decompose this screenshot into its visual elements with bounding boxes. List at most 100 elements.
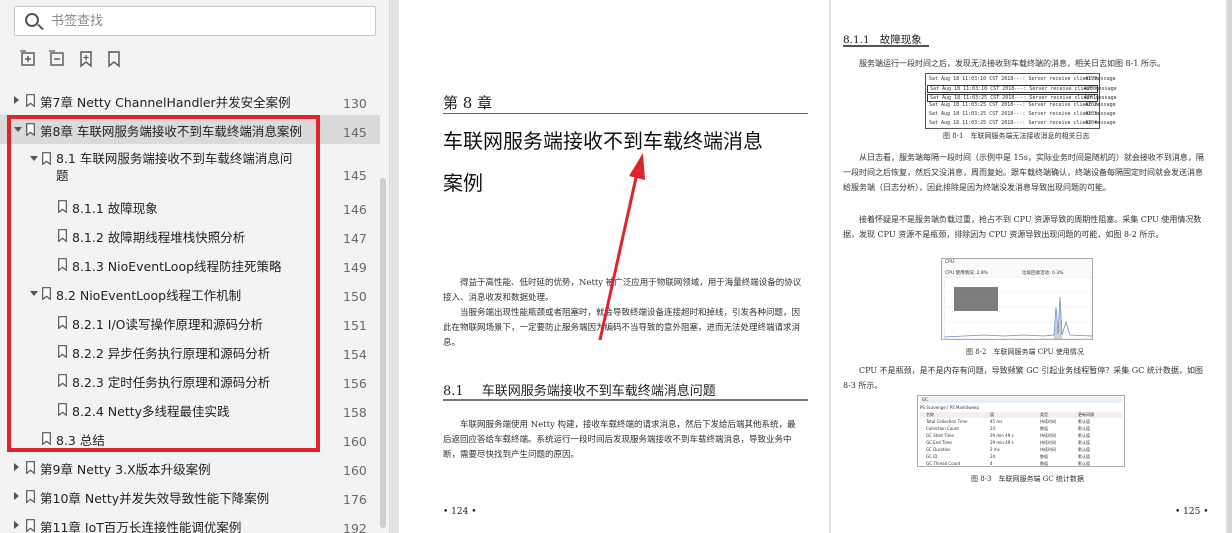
bookmark-item[interactable]: 8.1.1 故障现象 146	[0, 192, 380, 221]
bookmark-icon	[26, 519, 35, 532]
bookmark-label: 8.2.4 Netty多线程最佳实践	[72, 404, 230, 419]
bookmark-icon[interactable]	[106, 50, 122, 68]
log-count: 4204	[1085, 120, 1098, 126]
bookmark-label: 8.1 车联网服务端接收不到车载终端消息问题	[56, 151, 293, 183]
gc-table-cell: 2 ms	[990, 447, 1000, 452]
gc-table-cell: 默认值	[1078, 454, 1090, 459]
bookmark-label: 8.1.1 故障现象	[72, 201, 158, 216]
document-viewer[interactable]: 第 8 章 车联网服务端接收不到车载终端消息 案例 得益于高性能、低时延的优势，…	[391, 0, 1232, 533]
bookmark-item[interactable]: 第9章 Netty 3.X版本升级案例 160	[0, 453, 380, 482]
bookmark-search-box[interactable]	[14, 6, 376, 36]
bookmark-page-number: 160	[343, 434, 367, 449]
gc-table-cell: 持续时间	[1040, 447, 1056, 452]
bookmark-item[interactable]: 第8章 车联网服务端接收不到车载终端消息案例 145	[0, 115, 380, 144]
section-rule	[443, 399, 808, 401]
log-line: Sat Aug 18 11:03:25 CST 2018---: Server …	[929, 102, 1116, 108]
scrollbar-thumb[interactable]	[380, 178, 386, 528]
bookmark-item[interactable]: 8.1 车联网服务端接收不到车载终端消息问题 145	[0, 144, 380, 192]
bookmark-page-number: 130	[343, 96, 367, 111]
paragraph-1: 服务端运行一段时间之后，发现无法接收到车载终端的消息，相关日志如图 8-1 所示…	[859, 59, 1165, 68]
intro-paragraph-1: 得益于高性能、低时延的优势，Netty 被广泛应用于物联网领域，用于海量终端设备…	[443, 278, 802, 303]
bookmark-icon	[26, 94, 35, 107]
bookmark-search-input[interactable]	[51, 11, 351, 31]
section-number: 8.1	[443, 384, 464, 399]
paragraph-3: 接着怀疑是不是服务端负载过重，抢占不到 CPU 资源导致的周期性阻塞。采集 CP…	[843, 215, 1202, 239]
gc-table-cell: GC Thread Count	[926, 461, 961, 466]
gc-table-cell: 默认值	[1078, 433, 1090, 438]
bookmark-label: 8.1.2 故障期线程堆栈快照分析	[72, 230, 246, 245]
gc-table-header: 名称 值 类型 更新间隔	[920, 412, 1122, 418]
bookmark-page-number: 154	[343, 347, 367, 362]
expand-arrow-icon[interactable]	[14, 463, 19, 471]
gc-table-row: GC Duration 2 ms 持续时间 默认值	[920, 447, 1122, 453]
gc-table-row: Total Collection Time 45 ms 持续时间 默认值	[920, 419, 1122, 425]
gc-activity-label: 垃圾回收活动: 0.3%	[1022, 271, 1064, 276]
chapter-title-line-2: 案例	[443, 171, 483, 195]
bookmark-item[interactable]: 8.3 总结 160	[0, 424, 380, 453]
add-bookmark-icon[interactable]	[78, 50, 94, 68]
bookmark-page-number: 146	[343, 202, 367, 217]
bookmark-label: 8.2.1 I/O读写操作原理和源码分析	[72, 317, 264, 332]
collapse-all-icon[interactable]	[49, 50, 65, 68]
bookmark-label: 第8章 车联网服务端接收不到车载终端消息案例	[40, 124, 302, 139]
intro-paragraph-2: 当服务端出现性能瓶颈或者阻塞时，就会导致终端设备连接超时和掉线，引发各种问题，因…	[443, 308, 801, 348]
gc-table-cell: 29 min 49 s	[990, 433, 1014, 438]
bookmark-page-number: 192	[343, 521, 367, 533]
expand-arrow-icon[interactable]	[14, 521, 19, 529]
gc-table-cell: 默认值	[1078, 426, 1090, 431]
section-heading: 8.1 车联网服务端接收不到车载终端消息问题	[443, 380, 716, 399]
chapter-title: 车联网服务端接收不到车载终端消息 案例	[443, 120, 808, 204]
page-number: • 125 •	[1175, 507, 1209, 517]
bookmark-icon	[26, 490, 35, 503]
subsection-rule	[843, 45, 929, 47]
bookmark-label: 第10章 Netty并发失效导致性能下降案例	[40, 491, 270, 506]
bookmark-label: 8.2.2 异步任务执行原理和源码分析	[72, 346, 271, 361]
gc-table-cell: GC Duration	[926, 447, 951, 452]
bookmark-label: 8.1.3 NioEventLoop线程防挂死策略	[72, 259, 282, 274]
bookmark-icon	[58, 403, 67, 416]
log-line: Sat Aug 18 11:03:25 CST 2018---: Server …	[927, 93, 1117, 102]
gc-table-cell: 默认值	[1078, 461, 1090, 466]
gc-table-row: GC Thread Count 4 数值 默认值	[920, 461, 1122, 467]
bookmark-item[interactable]: 8.2.2 异步任务执行原理和源码分析 154	[0, 337, 380, 366]
collapse-arrow-icon[interactable]	[30, 291, 38, 296]
bookmark-icon	[58, 258, 67, 271]
bookmark-item[interactable]: 8.1.3 NioEventLoop线程防挂死策略 149	[0, 250, 380, 279]
bookmark-page-number: 149	[343, 260, 367, 275]
collapse-arrow-icon[interactable]	[30, 156, 38, 161]
gc-table-cell: 45 ms	[990, 419, 1003, 424]
bookmark-item[interactable]: 第11章 IoT百万长连接性能调优案例 192	[0, 511, 380, 533]
bookmark-label: 8.2.3 定时任务执行原理和源码分析	[72, 375, 271, 390]
bookmark-page-number: 176	[343, 492, 367, 507]
cpu-usage-figure: CPU CPU 使用情况: 2.9% 垃圾回收活动: 0.3%	[941, 258, 1093, 340]
viewer-scrollbar[interactable]	[1227, 0, 1232, 533]
bookmark-item[interactable]: 8.2 NioEventLoop线程工作机制 150	[0, 279, 380, 308]
expand-arrow-icon[interactable]	[14, 492, 19, 500]
log-count: 4199	[1085, 76, 1098, 82]
bookmark-item[interactable]: 8.2.1 I/O读写操作原理和源码分析 151	[0, 308, 380, 337]
bookmark-item[interactable]: 8.1.2 故障期线程堆栈快照分析 147	[0, 221, 380, 250]
chapter-number: 第 8 章	[443, 94, 493, 112]
bookmark-item[interactable]: 第10章 Netty并发失效导致性能下降案例 176	[0, 482, 380, 511]
expand-arrow-icon[interactable]	[14, 96, 19, 104]
sidebar-scrollbar[interactable]	[378, 86, 388, 533]
log-count: 4203	[1085, 111, 1098, 118]
paragraph-4: CPU 不是瓶颈，是不是内存有问题，导致频繁 GC 引起业务线程暂停？采集 GC…	[843, 366, 1203, 390]
bookmark-item[interactable]: 8.2.3 定时任务执行原理和源码分析 156	[0, 366, 380, 395]
search-icon	[25, 13, 39, 27]
bookmark-icon	[26, 461, 35, 474]
collapse-arrow-icon[interactable]	[14, 127, 22, 132]
bookmark-item[interactable]: 8.2.4 Netty多线程最佳实践 158	[0, 395, 380, 424]
gc-table-cell: 数值	[1040, 426, 1048, 431]
bookmark-icon	[42, 152, 51, 165]
gc-table-row: Collection Count 24 数值 默认值	[920, 426, 1122, 432]
bookmark-icon	[58, 316, 67, 329]
gc-table-cell: Total Collection Time	[926, 419, 968, 424]
gc-table-cell: 持续时间	[1040, 440, 1056, 445]
page-125: 8.1.1 故障现象 服务端运行一段时间之后，发现无法接收到车载终端的消息，相关日…	[831, 0, 1226, 533]
gc-table-cell: 更新间隔	[1078, 412, 1094, 417]
bookmark-label: 第11章 IoT百万长连接性能调优案例	[40, 520, 242, 533]
paragraph-2: 从日志看，服务端每隔一段时间（示例中是 15s，实际业务时间是随机的）就会接收不…	[843, 153, 1204, 192]
expand-all-icon[interactable]	[20, 50, 36, 68]
bookmark-item[interactable]: 第7章 Netty ChannelHandler并发安全案例 130	[0, 86, 380, 115]
